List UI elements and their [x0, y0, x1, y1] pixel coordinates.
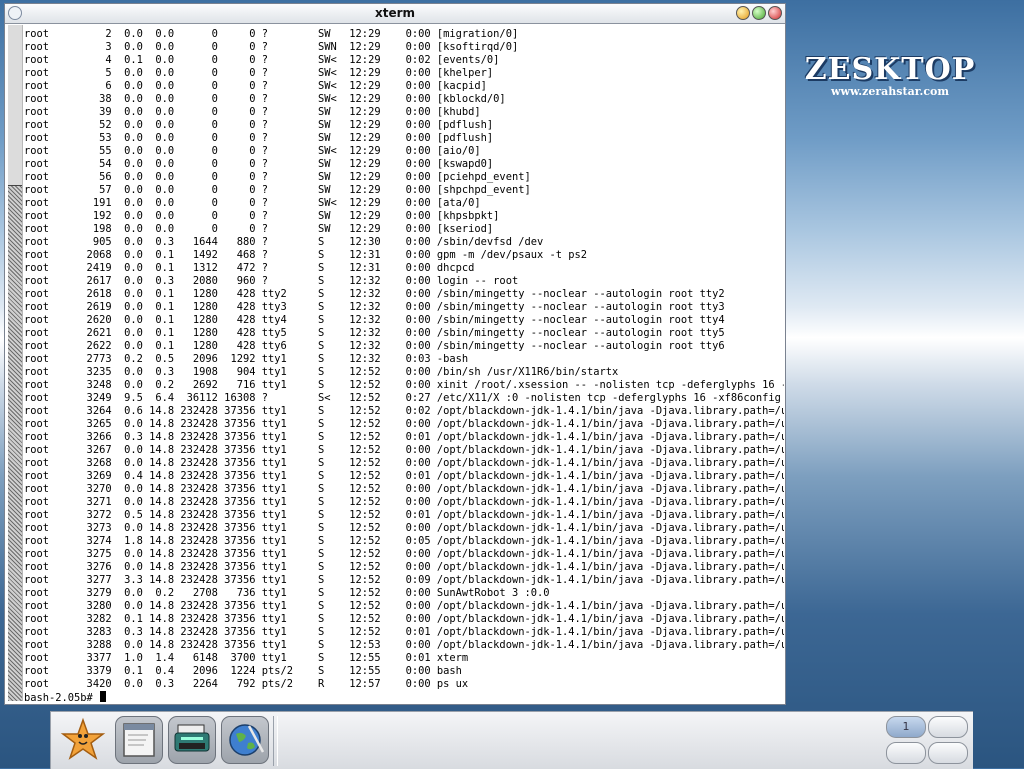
terminal-line: root 3282 0.1 14.8 232428 37356 tty1 S 1… [24, 613, 784, 625]
terminal-line: root 2 0.0 0.0 0 0 ? SW 12:29 0:00 [migr… [24, 28, 519, 40]
terminal-line: root 2618 0.0 0.1 1280 428 tty2 S 12:32 … [24, 288, 725, 300]
globe-icon[interactable] [221, 716, 269, 764]
terminal-line: root 3273 0.0 14.8 232428 37356 tty1 S 1… [24, 522, 784, 534]
workspace-4[interactable] [928, 742, 968, 764]
scrollbar-thumb[interactable] [8, 185, 22, 701]
terminal-line: root 198 0.0 0.0 0 0 ? SW 12:29 0:00 [ks… [24, 223, 494, 235]
terminal-line: root 3377 1.0 1.4 6148 3700 tty1 S 12:55… [24, 652, 469, 664]
terminal-line: root 3 0.0 0.0 0 0 ? SWN 12:29 0:00 [kso… [24, 41, 519, 53]
terminal-line: root 2419 0.0 0.1 1312 472 ? S 12:31 0:0… [24, 262, 475, 274]
taskbar-separator [273, 716, 278, 766]
terminal-line: root 3276 0.0 14.8 232428 37356 tty1 S 1… [24, 561, 784, 573]
terminal-line: root 3270 0.0 14.8 232428 37356 tty1 S 1… [24, 483, 784, 495]
window-icon[interactable] [115, 716, 163, 764]
terminal-line: root 191 0.0 0.0 0 0 ? SW< 12:29 0:00 [a… [24, 197, 481, 209]
terminal-line: root 3271 0.0 14.8 232428 37356 tty1 S 1… [24, 496, 784, 508]
close-icon[interactable] [768, 6, 782, 20]
terminal-line: root 3277 3.3 14.8 232428 37356 tty1 S 1… [24, 574, 784, 586]
prompt-text: bash-2.05b# [24, 692, 100, 704]
shell-prompt[interactable]: bash-2.05b# [24, 691, 784, 704]
terminal-line: root 57 0.0 0.0 0 0 ? SW 12:29 0:00 [shp… [24, 184, 531, 196]
workspace-2[interactable] [928, 716, 968, 738]
terminal-line: root 3272 0.5 14.8 232428 37356 tty1 S 1… [24, 509, 784, 521]
terminal-line: root 3248 0.0 0.2 2692 716 tty1 S 12:52 … [24, 379, 784, 391]
window-titlebar[interactable]: xterm [5, 4, 785, 24]
terminal-line: root 2621 0.0 0.1 1280 428 tty5 S 12:32 … [24, 327, 725, 339]
terminal-line: root 3379 0.1 0.4 2096 1224 pts/2 S 12:5… [24, 665, 462, 677]
terminal-line: root 3269 0.4 14.8 232428 37356 tty1 S 1… [24, 470, 784, 482]
terminal-line: root 3280 0.0 14.8 232428 37356 tty1 S 1… [24, 600, 784, 612]
text-cursor [100, 691, 107, 702]
terminal-line: root 2068 0.0 0.1 1492 468 ? S 12:31 0:0… [24, 249, 588, 261]
brand-logo: ZESKTOP [804, 52, 976, 87]
terminal-output[interactable]: root 2 0.0 0.0 0 0 ? SW 12:29 0:00 [migr… [24, 28, 784, 704]
terminal-line: root 3235 0.0 0.3 1908 904 tty1 S 12:52 … [24, 366, 619, 378]
terminal-line: root 56 0.0 0.0 0 0 ? SW 12:29 0:00 [pci… [24, 171, 531, 183]
terminal-scrollbar[interactable] [8, 25, 23, 701]
terminal-line: root 905 0.0 0.3 1644 880 ? S 12:30 0:00… [24, 236, 544, 248]
terminal-line: root 6 0.0 0.0 0 0 ? SW< 12:29 0:00 [kac… [24, 80, 487, 92]
terminal-line: root 3267 0.0 14.8 232428 37356 tty1 S 1… [24, 444, 784, 456]
terminal-line: root 2773 0.2 0.5 2096 1292 tty1 S 12:32… [24, 353, 469, 365]
workspace-3[interactable] [886, 742, 926, 764]
terminal-line: root 5 0.0 0.0 0 0 ? SW< 12:29 0:00 [khe… [24, 67, 494, 79]
terminal-line: root 3420 0.0 0.3 2264 792 pts/2 R 12:57… [24, 678, 469, 690]
terminal-line: root 3275 0.0 14.8 232428 37356 tty1 S 1… [24, 548, 784, 560]
star-icon[interactable] [59, 716, 107, 764]
workspace-1[interactable]: 1 [886, 716, 926, 738]
terminal-line: root 3268 0.0 14.8 232428 37356 tty1 S 1… [24, 457, 784, 469]
terminal-line: root 4 0.1 0.0 0 0 ? SW< 12:29 0:02 [eve… [24, 54, 500, 66]
terminal-line: root 39 0.0 0.0 0 0 ? SW 12:29 0:00 [khu… [24, 106, 481, 118]
terminal-line: root 3279 0.0 0.2 2708 736 tty1 S 12:52 … [24, 587, 550, 599]
terminal-line: root 3265 0.0 14.8 232428 37356 tty1 S 1… [24, 418, 784, 430]
terminal-line: root 53 0.0 0.0 0 0 ? SW 12:29 0:00 [pdf… [24, 132, 494, 144]
terminal-line: root 2617 0.0 0.3 2080 960 ? S 12:32 0:0… [24, 275, 519, 287]
terminal-line: root 38 0.0 0.0 0 0 ? SW< 12:29 0:00 [kb… [24, 93, 506, 105]
terminal-line: root 3249 9.5 6.4 36112 16308 ? S< 12:52… [24, 392, 784, 404]
xterm-window[interactable]: xterm root 2 0.0 0.0 0 0 ? SW 12:29 0:00… [4, 3, 786, 705]
terminal-line: root 3266 0.3 14.8 232428 37356 tty1 S 1… [24, 431, 784, 443]
maximize-icon[interactable] [752, 6, 766, 20]
terminal-line: root 2620 0.0 0.1 1280 428 tty4 S 12:32 … [24, 314, 725, 326]
terminal-line: root 52 0.0 0.0 0 0 ? SW 12:29 0:00 [pdf… [24, 119, 494, 131]
window-title: xterm [374, 6, 416, 20]
terminal-line: root 2619 0.0 0.1 1280 428 tty3 S 12:32 … [24, 301, 725, 313]
terminal-line: root 55 0.0 0.0 0 0 ? SW< 12:29 0:00 [ai… [24, 145, 481, 157]
taskbar: 1 [50, 711, 973, 769]
terminal-line: root 54 0.0 0.0 0 0 ? SW 12:29 0:00 [ksw… [24, 158, 494, 170]
typewriter-icon[interactable] [168, 716, 216, 764]
terminal-line: root 3283 0.3 14.8 232428 37356 tty1 S 1… [24, 626, 784, 638]
terminal-line: root 3274 1.8 14.8 232428 37356 tty1 S 1… [24, 535, 784, 547]
desktop-branding: ZESKTOP www.zerahstar.com [800, 52, 980, 98]
terminal-line: root 192 0.0 0.0 0 0 ? SW 12:29 0:00 [kh… [24, 210, 500, 222]
terminal-line: root 3264 0.6 14.8 232428 37356 tty1 S 1… [24, 405, 784, 417]
scrollbar-track[interactable] [8, 25, 22, 185]
terminal-line: root 3288 0.0 14.8 232428 37356 tty1 S 1… [24, 639, 784, 651]
minimize-icon[interactable] [736, 6, 750, 20]
terminal-line: root 2622 0.0 0.1 1280 428 tty6 S 12:32 … [24, 340, 725, 352]
